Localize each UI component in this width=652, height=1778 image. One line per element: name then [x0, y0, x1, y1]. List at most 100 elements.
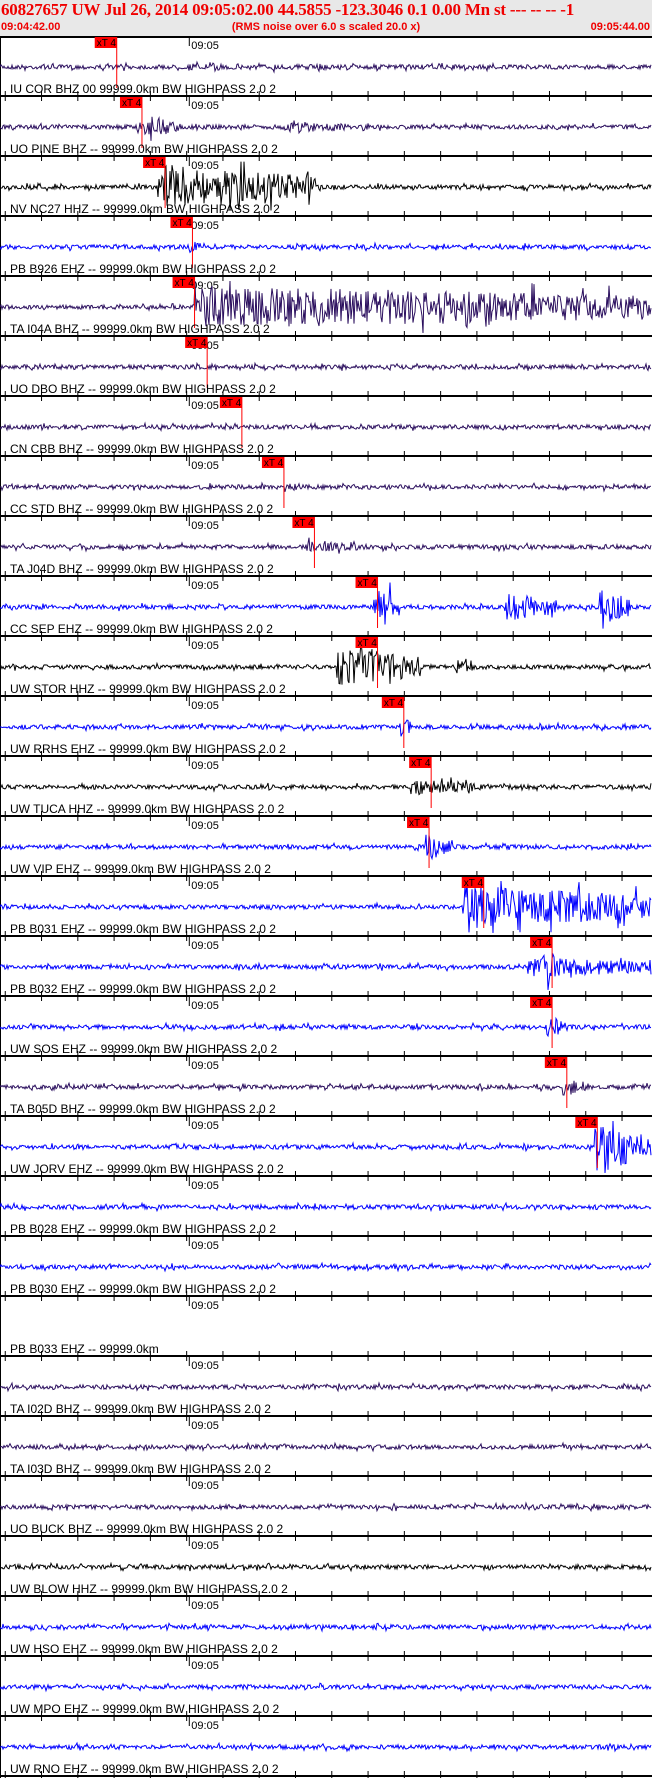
seismogram-trace: [0, 1016, 652, 1038]
station-label: UW VIP EHZ -- 99999.0km BW HIGHPASS 2.0 …: [10, 862, 271, 876]
station-label: UO BUCK BHZ -- 99999.0km BW HIGHPASS 2.0…: [10, 1522, 284, 1536]
station-label: PB B028 EHZ -- 99999.0km BW HIGHPASS 2.0…: [10, 1222, 276, 1236]
pick-label: xT 4: [532, 938, 552, 949]
station-label: PB B031 EHZ -- 99999.0km BW HIGHPASS 2.0…: [10, 922, 276, 936]
end-time: 09:05:44.00: [590, 21, 650, 33]
station-label: UW MPO EHZ -- 99999.0km BW HIGHPASS 2.0 …: [10, 1702, 280, 1716]
station-label: NV NC27 HHZ -- 99999.0km BW HIGHPASS 2.0…: [10, 202, 280, 216]
minute-label: 09:05: [191, 1240, 219, 1252]
station-label: UO PINE BHZ -- 99999.0km BW HIGHPASS 2.0…: [10, 142, 278, 156]
minute-label: 09:05: [191, 1660, 219, 1672]
pick-label: xT 4: [464, 878, 484, 889]
minute-label: 09:05: [191, 1360, 219, 1372]
station-label: PB B926 EHZ -- 99999.0km BW HIGHPASS 2.0…: [10, 262, 276, 276]
station-label: UO DBO BHZ -- 99999.0km BW HIGHPASS 2.0 …: [10, 382, 276, 396]
minute-label: 09:05: [191, 880, 219, 892]
pick-label: xT 4: [222, 398, 242, 409]
seismogram-trace: [0, 1561, 652, 1573]
minute-label: 09:05: [191, 1420, 219, 1432]
seismogram-trace: [0, 481, 652, 493]
record-section: 09:05xT 4IU COR BHZ 00 99999.0km BW HIGH…: [0, 36, 652, 1778]
minute-label: 09:05: [191, 1720, 219, 1732]
seismogram-trace: [0, 421, 652, 433]
pick-label: xT 4: [122, 98, 142, 109]
minute-label: 09:05: [191, 1480, 219, 1492]
station-label: PB B030 EHZ -- 99999.0km BW HIGHPASS 2.0…: [10, 1282, 276, 1296]
pick-label: xT 4: [145, 158, 165, 169]
seismogram-trace: [0, 777, 652, 796]
minute-label: 09:05: [191, 1120, 219, 1132]
pick-label: xT 4: [172, 218, 192, 229]
seismogram-trace: [0, 1261, 652, 1273]
minute-label: 09:05: [191, 40, 219, 52]
header: 60827657 UW Jul 26, 2014 09:05:02.00 44.…: [0, 0, 652, 36]
minute-label: 09:05: [191, 580, 219, 592]
pick-label: xT 4: [294, 518, 314, 529]
station-label: CN CBB BHZ -- 99999.0km BW HIGHPASS 2.0 …: [10, 442, 274, 456]
station-label: UW JORV EHZ -- 99999.0km BW HIGHPASS 2.0…: [10, 1162, 284, 1176]
station-label: UW RRHS EHZ -- 99999.0km BW HIGHPASS 2.0…: [10, 742, 286, 756]
seismogram-trace: [0, 834, 652, 861]
station-label: UW HSO EHZ -- 99999.0km BW HIGHPASS 2.0 …: [10, 1642, 278, 1656]
station-label: CC STD BHZ -- 99999.0km BW HIGHPASS 2.0 …: [10, 502, 274, 516]
minute-label: 09:05: [191, 1600, 219, 1612]
pick-label: xT 4: [358, 638, 378, 649]
pick-label: xT 4: [358, 578, 378, 589]
scaling-note: (RMS noise over 6.0 s scaled 20.0 x): [231, 21, 421, 33]
pick-label: xT 4: [411, 758, 431, 769]
seismogram-trace: [0, 1441, 652, 1453]
minute-label: 09:05: [191, 940, 219, 952]
pick-label: xT 4: [577, 1118, 597, 1129]
minute-label: 09:05: [191, 640, 219, 652]
seismogram-trace: [0, 241, 651, 254]
station-label: PB B033 EHZ -- 99999.0km: [10, 1342, 159, 1356]
pick-label: xT 4: [264, 458, 284, 469]
station-label: UW TUCA HHZ -- 99999.0km BW HIGHPASS 2.0…: [10, 802, 285, 816]
minute-label: 09:05: [191, 1000, 219, 1012]
seismogram-trace: [0, 116, 652, 141]
seismogram-trace: [0, 537, 652, 554]
station-label: TA I02D BHZ -- 99999.0km BW HIGHPASS 2.0…: [10, 1402, 271, 1416]
seismogram-trace: [0, 1622, 652, 1633]
station-label: UW BLOW HHZ -- 99999.0km BW HIGHPASS 2.0…: [10, 1582, 288, 1596]
minute-label: 09:05: [191, 220, 219, 232]
minute-label: 09:05: [191, 1180, 219, 1192]
station-label: IU COR BHZ 00 99999.0km BW HIGHPASS 2.0 …: [10, 82, 276, 96]
station-label: CC SEP EHZ -- 99999.0km BW HIGHPASS 2.0 …: [10, 622, 273, 636]
station-label: UW RNO EHZ -- 99999.0km BW HIGHPASS 2.0 …: [10, 1762, 279, 1776]
station-label: TA B05D BHZ -- 99999.0km BW HIGHPASS 2.0…: [10, 1102, 276, 1116]
event-title: 60827657 UW Jul 26, 2014 09:05:02.00 44.…: [1, 0, 575, 19]
seismogram-trace: [0, 361, 652, 372]
pick-label: xT 4: [175, 278, 195, 289]
pick-label: xT 4: [384, 698, 404, 709]
minute-label: 09:05: [191, 700, 219, 712]
station-label: PB B032 EHZ -- 99999.0km BW HIGHPASS 2.0…: [10, 982, 276, 996]
minute-label: 09:05: [191, 1540, 219, 1552]
station-label: TA I03D BHZ -- 99999.0km BW HIGHPASS 2.0…: [10, 1462, 271, 1476]
seismogram-trace: [0, 719, 652, 737]
seismogram-trace: [0, 60, 652, 74]
minute-label: 09:05: [191, 520, 219, 532]
minute-label: 09:05: [191, 460, 219, 472]
minute-label: 09:05: [191, 100, 219, 112]
station-label: TA I04A BHZ -- 99999.0km BW HIGHPASS 2.0…: [10, 322, 270, 336]
minute-label: 09:05: [191, 400, 219, 412]
seismogram-trace: [0, 1201, 652, 1213]
pick-label: xT 4: [97, 38, 117, 49]
minute-label: 09:05: [191, 1300, 219, 1312]
pick-label: xT 4: [187, 338, 207, 349]
seismogram-trace: [0, 640, 652, 685]
pick-label: xT 4: [532, 998, 552, 1009]
station-label: TA J04D BHZ -- 99999.0km BW HIGHPASS 2.0…: [10, 562, 274, 576]
minute-label: 09:05: [191, 760, 219, 772]
seismogram-trace: [0, 1682, 652, 1693]
seismogram-trace: [0, 1741, 652, 1753]
station-label: UW SOS EHZ -- 99999.0km BW HIGHPASS 2.0 …: [10, 1042, 278, 1056]
minute-label: 09:05: [191, 160, 219, 172]
pick-label: xT 4: [547, 1058, 567, 1069]
seismogram-trace: [0, 1501, 652, 1513]
station-label: UW STOR HHZ -- 99999.0km BW HIGHPASS 2.0…: [10, 682, 286, 696]
seismogram-trace: [0, 1381, 652, 1393]
minute-label: 09:05: [191, 820, 219, 832]
seismogram-trace: [0, 1080, 652, 1096]
